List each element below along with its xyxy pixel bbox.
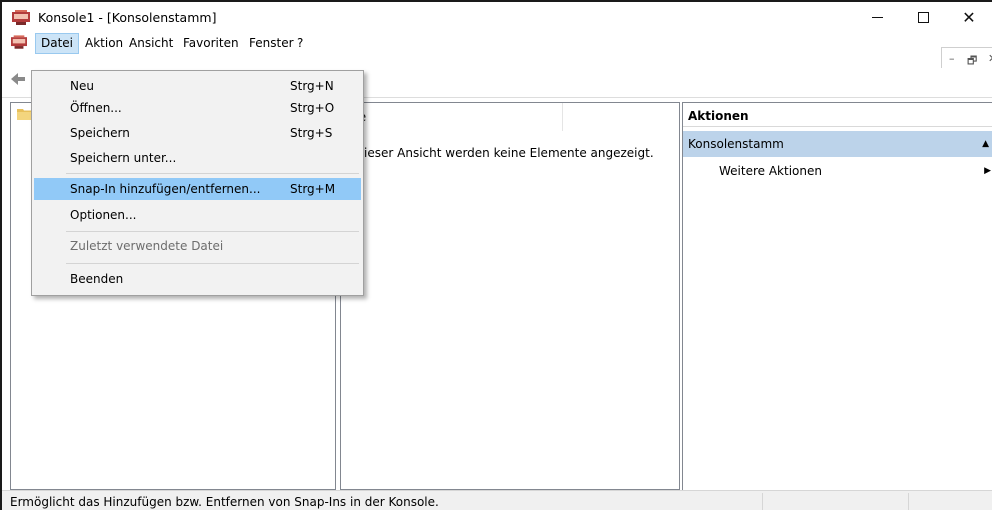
actions-header: Aktionen [683,103,992,127]
mdi-close-button[interactable]: ✕ [988,52,992,65]
menu-item-label: Öffnen... [70,101,122,115]
status-text: Ermöglicht das Hinzufügen bzw. Entfernen… [10,495,439,509]
menu-separator [66,263,359,264]
collapse-caret-icon[interactable]: ▲ [982,131,989,157]
menu-item-optionen[interactable]: Optionen... [34,204,361,226]
status-divider [908,493,909,510]
menu-item-shortcut: Strg+M [290,182,336,196]
menu-item-label: Neu [70,79,94,93]
submenu-arrow-icon: ▶ [984,166,991,176]
status-bar: Ermöglicht das Hinzufügen bzw. Entfernen… [2,490,992,510]
empty-view-message: n dieser Ansicht werden keine Elemente a… [345,146,654,160]
action-label: Weitere Aktionen [719,164,822,178]
maximize-button[interactable] [900,2,946,33]
mdi-minimize-button[interactable]: – [949,52,955,65]
file-menu-dropdown: Neu Strg+N Öffnen... Strg+O Speichern St… [31,70,364,296]
menu-item-shortcut: Strg+O [290,101,335,115]
back-arrow-icon[interactable] [10,72,26,86]
menu-separator [66,173,359,174]
mmc-console-icon[interactable] [11,35,27,50]
menu-item-label: Snap-In hinzufügen/entfernen... [70,182,261,196]
mmc-window: Konsole1 - [Konsolenstamm] ✕ Datei Aktio… [0,0,992,510]
action-weitere-aktionen[interactable]: Weitere Aktionen ▶ [683,158,992,184]
menu-item-label: Optionen... [70,208,137,222]
close-icon: ✕ [962,8,976,27]
minimize-icon [871,17,883,18]
menu-item-zuletzt-verwendet: Zuletzt verwendete Datei [34,235,361,257]
menu-item-shortcut: Strg+S [290,126,333,140]
menu-ansicht[interactable]: Ansicht [124,33,178,54]
minimize-button[interactable] [854,2,900,33]
window-title: Konsole1 - [Konsolenstamm] [38,10,217,25]
close-button[interactable]: ✕ [946,2,992,33]
menu-fenster[interactable]: Fenster [244,33,299,54]
status-divider [762,493,763,510]
menu-item-speichern-unter[interactable]: Speichern unter... [34,147,361,169]
actions-section-konsolenstamm[interactable]: Konsolenstamm ▲ [683,131,992,157]
menu-help[interactable]: ? [292,33,308,54]
actions-pane: Aktionen Konsolenstamm ▲ Weitere Aktione… [682,102,992,490]
menu-item-label: Zuletzt verwendete Datei [70,239,224,253]
menu-item-speichern[interactable]: Speichern Strg+S [34,122,361,144]
mmc-console-icon[interactable] [12,10,30,26]
menu-item-shortcut: Strg+N [290,79,334,93]
maximize-icon [917,12,929,23]
actions-section-label: Konsolenstamm [688,137,784,151]
menu-item-oeffnen[interactable]: Öffnen... Strg+O [34,97,361,119]
menu-bar: Datei Aktion Ansicht Favoriten Fenster ?… [2,33,992,71]
menu-item-label: Speichern unter... [70,151,177,165]
menu-aktion[interactable]: Aktion [80,33,128,54]
menu-favoriten[interactable]: Favoriten [178,33,244,54]
menu-separator [66,231,359,232]
menu-item-label: Beenden [70,272,124,286]
menu-item-snapin-hinzufuegen[interactable]: Snap-In hinzufügen/entfernen... Strg+M [34,178,361,200]
results-pane[interactable]: me n dieser Ansicht werden keine Element… [340,102,680,490]
menu-item-label: Speichern [70,126,130,140]
column-header-name[interactable]: me [341,103,563,131]
menu-item-beenden[interactable]: Beenden [34,268,361,290]
menu-item-neu[interactable]: Neu Strg+N [34,75,361,97]
title-bar: Konsole1 - [Konsolenstamm] ✕ [2,2,992,33]
menu-datei[interactable]: Datei [35,33,80,54]
